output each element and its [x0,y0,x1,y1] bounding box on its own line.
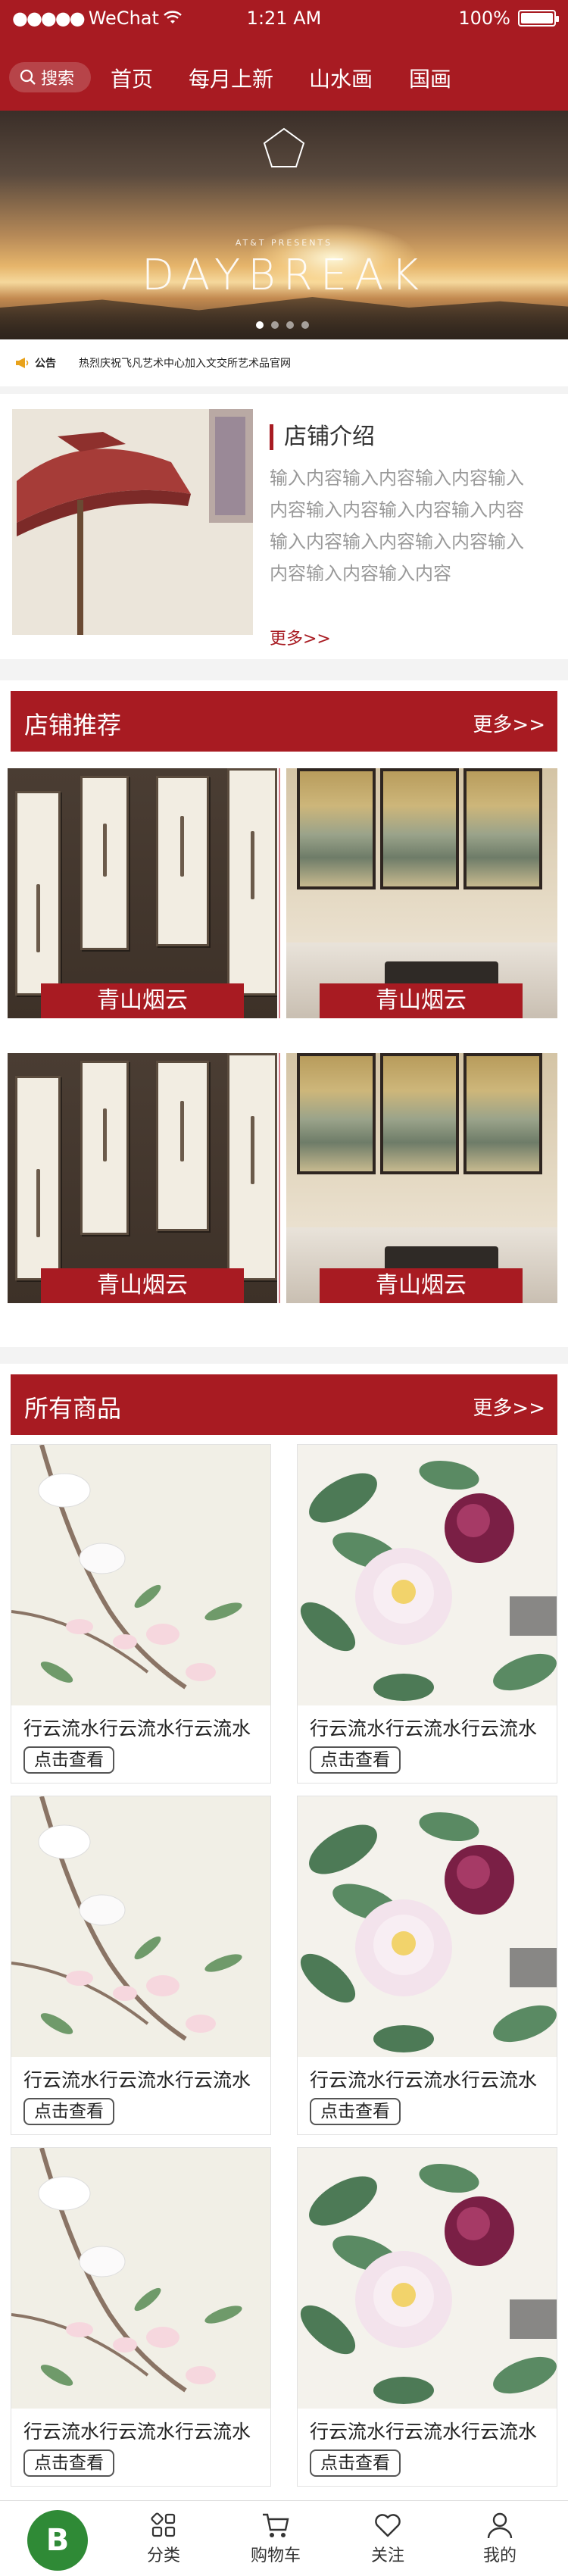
status-right: 100% [458,8,559,29]
watermark-stamp [510,2299,557,2339]
category-icon [126,2509,201,2542]
banner-pretitle: AT&T PRESENTS [235,238,333,248]
carousel-dot[interactable] [286,321,294,329]
search-label: 搜索 [41,70,75,89]
carousel-dot[interactable] [256,321,264,329]
search-icon [20,69,36,85]
home-logo-button[interactable]: B [27,2510,88,2571]
view-details-button[interactable]: 点击查看 [310,1746,401,1774]
products-more-link[interactable]: 更多>> [473,1393,545,1421]
banner-carousel[interactable]: DAYBREAK AT&T PRESENTS [0,111,568,339]
tab-landscape[interactable]: 山水画 [309,63,373,93]
shop-recommend-section: 店铺推荐 更多>> 青山烟云 青山烟云 青山烟云 青山烟云 [0,680,568,1347]
product-title: 行云流水行云流水行云流水 [23,1718,251,1740]
view-details-button[interactable]: 点击查看 [310,2098,401,2125]
tab-category-label: 分类 [146,2546,180,2565]
tab-follow-label: 关注 [370,2546,404,2565]
recommend-card-label: 青山烟云 [320,983,523,1018]
watermark-stamp [510,1596,557,1636]
recommend-header: 店铺推荐 更多>> [11,691,557,752]
tab-follow[interactable]: 关注 [350,2509,426,2566]
view-details-button[interactable]: 点击查看 [23,2098,114,2125]
pentagon-logo [263,127,305,167]
product-card[interactable]: 行云流水行云流水行云流水点击查看 [11,1444,271,1784]
product-image [11,1796,270,2057]
view-details-button[interactable]: 点击查看 [310,2449,401,2477]
view-details-button[interactable]: 点击查看 [23,1746,114,1774]
shop-intro-section: 店铺介绍 输入内容输入内容输入内容输入内容输入内容输入内容输入内容输入内容输入内… [0,394,568,659]
notice-text: 热烈庆祝飞凡艺术中心加入文交所艺术品官网 [79,358,291,370]
recommend-card[interactable]: 青山烟云 [286,768,557,1018]
user-icon [462,2509,538,2542]
recommend-card-label: 青山烟云 [320,1268,523,1303]
tab-profile-label: 我的 [482,2546,517,2565]
room-image [286,768,557,1018]
tab-cart[interactable]: 购物车 [238,2509,314,2566]
product-image [11,2148,270,2409]
recommend-card-label: 青山烟云 [41,983,244,1018]
recommend-more-link[interactable]: 更多>> [473,709,545,737]
recommend-card[interactable]: 青山烟云 [8,768,277,1018]
watermark-stamp [510,1948,557,1987]
product-image [298,2148,557,2409]
product-image [11,1445,270,1705]
tab-monthly-new[interactable]: 每月上新 [189,63,273,93]
recommend-card[interactable]: 青山烟云 [8,1053,277,1303]
product-card[interactable]: 行云流水行云流水行云流水点击查看 [11,2147,271,2487]
product-image [298,1796,557,2057]
umbrella-illustration [12,409,253,635]
product-title: 行云流水行云流水行云流水 [310,1718,538,1740]
gallery-image [8,1053,277,1303]
view-details-button[interactable]: 点击查看 [23,2449,114,2477]
carousel-dot[interactable] [271,321,279,329]
all-products-section: 所有商品 更多>> 行云流水行云流水行云流水 点击查看 行云流水行云流水行云流水 点击… [0,1364,568,2500]
product-card[interactable]: 行云流水行云流水行云流水点击查看 [297,1796,557,2135]
room-image [286,1053,557,1303]
product-title: 行云流水行云流水行云流水 [310,2421,538,2443]
tab-category[interactable]: 分类 [126,2509,201,2566]
notice-bar[interactable]: 公告 热烈庆祝飞凡艺术中心加入文交所艺术品官网 [0,339,568,386]
products-title: 所有商品 [24,1394,122,1423]
recommend-card[interactable]: 青山烟云 [286,1053,557,1303]
product-title: 行云流水行云流水行云流水 [310,2069,538,2091]
shop-intro-image [12,409,253,635]
tab-cart-label: 购物车 [250,2546,301,2565]
carousel-dots [256,321,309,329]
shop-intro-more-link[interactable]: 更多>> [270,625,331,649]
carousel-dot[interactable] [301,321,309,329]
product-card[interactable]: 行云流水行云流水行云流水点击查看 [11,1796,271,2135]
products-header: 所有商品 更多>> [11,1374,557,1435]
product-title: 行云流水行云流水行云流水 [23,2069,251,2091]
banner-title: DAYBREAK [141,251,427,300]
gallery-image [8,768,277,1018]
notice-label: 公告 [35,358,56,370]
shop-intro-title: 店铺介绍 [270,424,375,450]
battery-percent: 100% [458,8,510,29]
recommend-title: 店铺推荐 [24,711,122,739]
app-header: ●●●●● WeChat 1:21 AM 100% 搜索 首页 每月上新 山水画… [0,0,568,111]
shop-intro-text: 输入内容输入内容输入内容输入内容输入内容输入内容输入内容输入内容输入内容输入内容… [270,467,524,584]
page: ●●●●● WeChat 1:21 AM 100% 搜索 首页 每月上新 山水画… [0,0,568,2576]
search-button[interactable]: 搜索 [9,62,91,92]
tab-profile[interactable]: 我的 [462,2509,538,2566]
recommend-card-label: 青山烟云 [41,1268,244,1303]
status-bar: ●●●●● WeChat 1:21 AM 100% [0,0,568,38]
product-title: 行云流水行云流水行云流水 [23,2421,251,2443]
divider [279,768,280,1018]
heart-icon [350,2509,426,2542]
product-card[interactable]: 行云流水行云流水行云流水点击查看 [297,1444,557,1784]
top-nav: 搜索 首页 每月上新 山水画 国画 [0,38,568,111]
tab-chinese-painting[interactable]: 国画 [409,63,451,93]
tab-home[interactable]: 首页 [111,63,153,93]
product-image [298,1445,557,1705]
product-card[interactable]: 行云流水行云流水行云流水点击查看 [297,2147,557,2487]
megaphone-icon [16,358,29,368]
battery-icon [518,10,559,27]
cart-icon [238,2509,314,2542]
bottom-tab-bar: B 分类 购物车 关注 我的 [0,2500,568,2576]
divider [279,1053,280,1303]
